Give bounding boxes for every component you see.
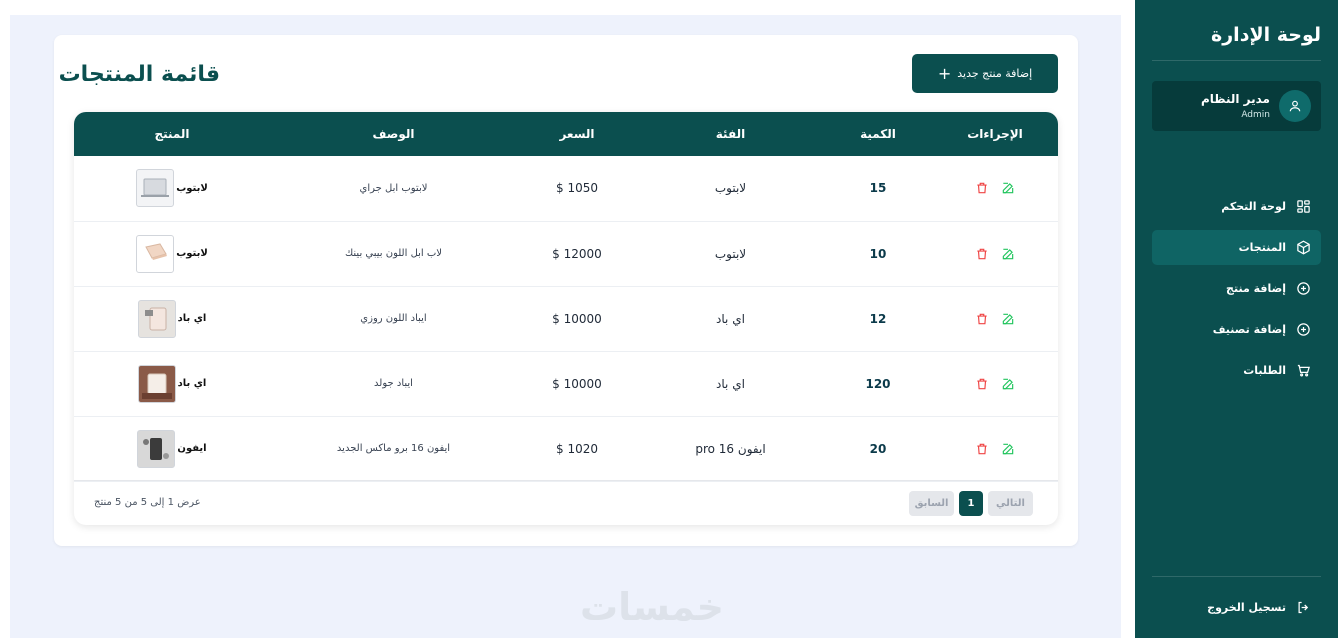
grid-icon	[1295, 199, 1311, 215]
description-cell: ايفون 16 برو ماكس الجديد	[336, 443, 451, 454]
box-icon	[1295, 240, 1311, 256]
avatar	[1279, 90, 1311, 122]
column-header: الوصف	[372, 127, 415, 141]
sidebar-divider	[1152, 60, 1321, 61]
sidebar-item-label: لوحة التحكم	[1221, 200, 1286, 213]
products-card: قائمة المنتجات إضافة منتج جديد + الإجراء…	[54, 35, 1078, 546]
column-header: السعر	[559, 127, 595, 141]
quantity-cell: 10	[869, 246, 887, 261]
plus-circle-icon	[1295, 281, 1311, 297]
price-cell: 10000 $	[552, 376, 602, 391]
logout-icon	[1295, 599, 1311, 615]
quantity-cell: 20	[869, 441, 887, 456]
add-product-button[interactable]: إضافة منتج جديد +	[912, 54, 1058, 93]
watermark-logo: خمسات	[580, 585, 724, 629]
logout-button[interactable]: تسجيل الخروج	[1152, 591, 1321, 623]
sidebar-item-add-category[interactable]: إضافة تصنيف	[1152, 312, 1321, 347]
column-header: الكمية	[860, 127, 896, 141]
products-table: الإجراءات الكمية الفئة السعر الوصف المنت…	[74, 112, 1058, 525]
product-thumbnail	[136, 169, 175, 208]
delete-icon[interactable]	[975, 312, 989, 326]
edit-icon[interactable]	[1001, 312, 1015, 326]
sidebar-nav: لوحة التحكم المنتجات إضافة منتج إضافة تص…	[1152, 189, 1321, 394]
product-thumbnail	[137, 364, 176, 403]
category-cell: اي باد	[716, 376, 745, 391]
table-row: 12 اي باد 10000 $ ايباد اللون روزي اي با…	[74, 286, 1058, 351]
table-header: الإجراءات الكمية الفئة السعر الوصف المنت…	[74, 112, 1058, 156]
sidebar-divider	[1152, 576, 1321, 577]
product-name: لابتوب	[176, 248, 208, 259]
user-name: مدير النظام	[1200, 92, 1270, 106]
description-cell: ايباد اللون روزي	[360, 313, 427, 324]
table-footer: التالي 1 السابق عرض 1 إلى 5 من 5 منتج	[74, 480, 1058, 525]
quantity-cell: 15	[869, 181, 887, 196]
cart-icon	[1295, 363, 1311, 379]
category-cell: لابتوب	[714, 181, 747, 196]
sidebar-item-label: إضافة منتج	[1226, 282, 1286, 295]
user-role: Admin	[1241, 110, 1270, 120]
table-row: 15 لابتوب 1050 $ لابتوب ابل جراي لابتوب	[74, 156, 1058, 221]
sidebar-item-label: المنتجات	[1238, 241, 1286, 254]
price-cell: 1050 $	[556, 181, 598, 196]
column-header: الفئة	[715, 127, 746, 141]
product-name: اي باد	[177, 378, 207, 389]
sidebar-item-add-product[interactable]: إضافة منتج	[1152, 271, 1321, 306]
price-cell: 12000 $	[552, 246, 602, 261]
sidebar-item-label: إضافة تصنيف	[1212, 323, 1286, 336]
main-area: قائمة المنتجات إضافة منتج جديد + الإجراء…	[10, 15, 1121, 638]
quantity-cell: 120	[865, 376, 891, 391]
delete-icon[interactable]	[975, 247, 989, 261]
product-thumbnail	[137, 429, 176, 468]
edit-icon[interactable]	[1001, 442, 1015, 456]
product-name: اي باد	[177, 313, 207, 324]
product-thumbnail	[137, 299, 176, 338]
sidebar-title: لوحة الإدارة	[1211, 24, 1321, 46]
quantity-cell: 12	[869, 311, 887, 326]
description-cell: ايباد جولد	[374, 378, 413, 389]
price-cell: 1020 $	[556, 441, 598, 456]
table-row: 10 لابتوب 12000 $ لاب ابل اللون بيبي بين…	[74, 221, 1058, 286]
page-title: قائمة المنتجات	[58, 62, 220, 87]
current-page-button[interactable]: 1	[959, 491, 983, 516]
category-cell: اي باد	[716, 311, 745, 326]
column-header: المنتج	[154, 127, 190, 141]
user-card: مدير النظام Admin	[1152, 81, 1321, 131]
next-page-button[interactable]: التالي	[988, 491, 1033, 516]
delete-icon[interactable]	[975, 377, 989, 391]
pagination: التالي 1 السابق	[909, 491, 1033, 516]
category-cell: ايفون 16 pro	[695, 441, 766, 456]
delete-icon[interactable]	[975, 442, 989, 456]
plus-circle-icon	[1295, 322, 1311, 338]
results-count: عرض 1 إلى 5 من 5 منتج	[94, 497, 201, 508]
sidebar-item-dashboard[interactable]: لوحة التحكم	[1152, 189, 1321, 224]
plus-icon: +	[937, 63, 952, 83]
description-cell: لاب ابل اللون بيبي بينك	[344, 248, 442, 259]
delete-icon[interactable]	[975, 181, 989, 195]
product-name: ايفون	[177, 443, 207, 454]
prev-page-button[interactable]: السابق	[909, 491, 954, 516]
add-product-label: إضافة منتج جديد	[957, 67, 1033, 80]
sidebar-item-orders[interactable]: الطلبات	[1152, 353, 1321, 388]
edit-icon[interactable]	[1001, 181, 1015, 195]
sidebar-item-label: الطلبات	[1243, 364, 1286, 377]
category-cell: لابتوب	[714, 246, 747, 261]
description-cell: لابتوب ابل جراي	[359, 182, 428, 194]
price-cell: 10000 $	[552, 311, 602, 326]
edit-icon[interactable]	[1001, 247, 1015, 261]
edit-icon[interactable]	[1001, 377, 1015, 391]
user-icon	[1289, 100, 1301, 112]
table-row: 20 ايفون 16 pro 1020 $ ايفون 16 برو ماكس…	[74, 416, 1058, 481]
sidebar-item-products[interactable]: المنتجات	[1152, 230, 1321, 265]
product-thumbnail	[136, 234, 175, 273]
sidebar: لوحة الإدارة مدير النظام Admin لوحة التح…	[1135, 0, 1338, 638]
logout-label: تسجيل الخروج	[1207, 600, 1286, 614]
product-name: لابتوب	[176, 182, 208, 194]
column-header: الإجراءات	[967, 127, 1023, 141]
table-row: 120 اي باد 10000 $ ايباد جولد اي باد	[74, 351, 1058, 416]
